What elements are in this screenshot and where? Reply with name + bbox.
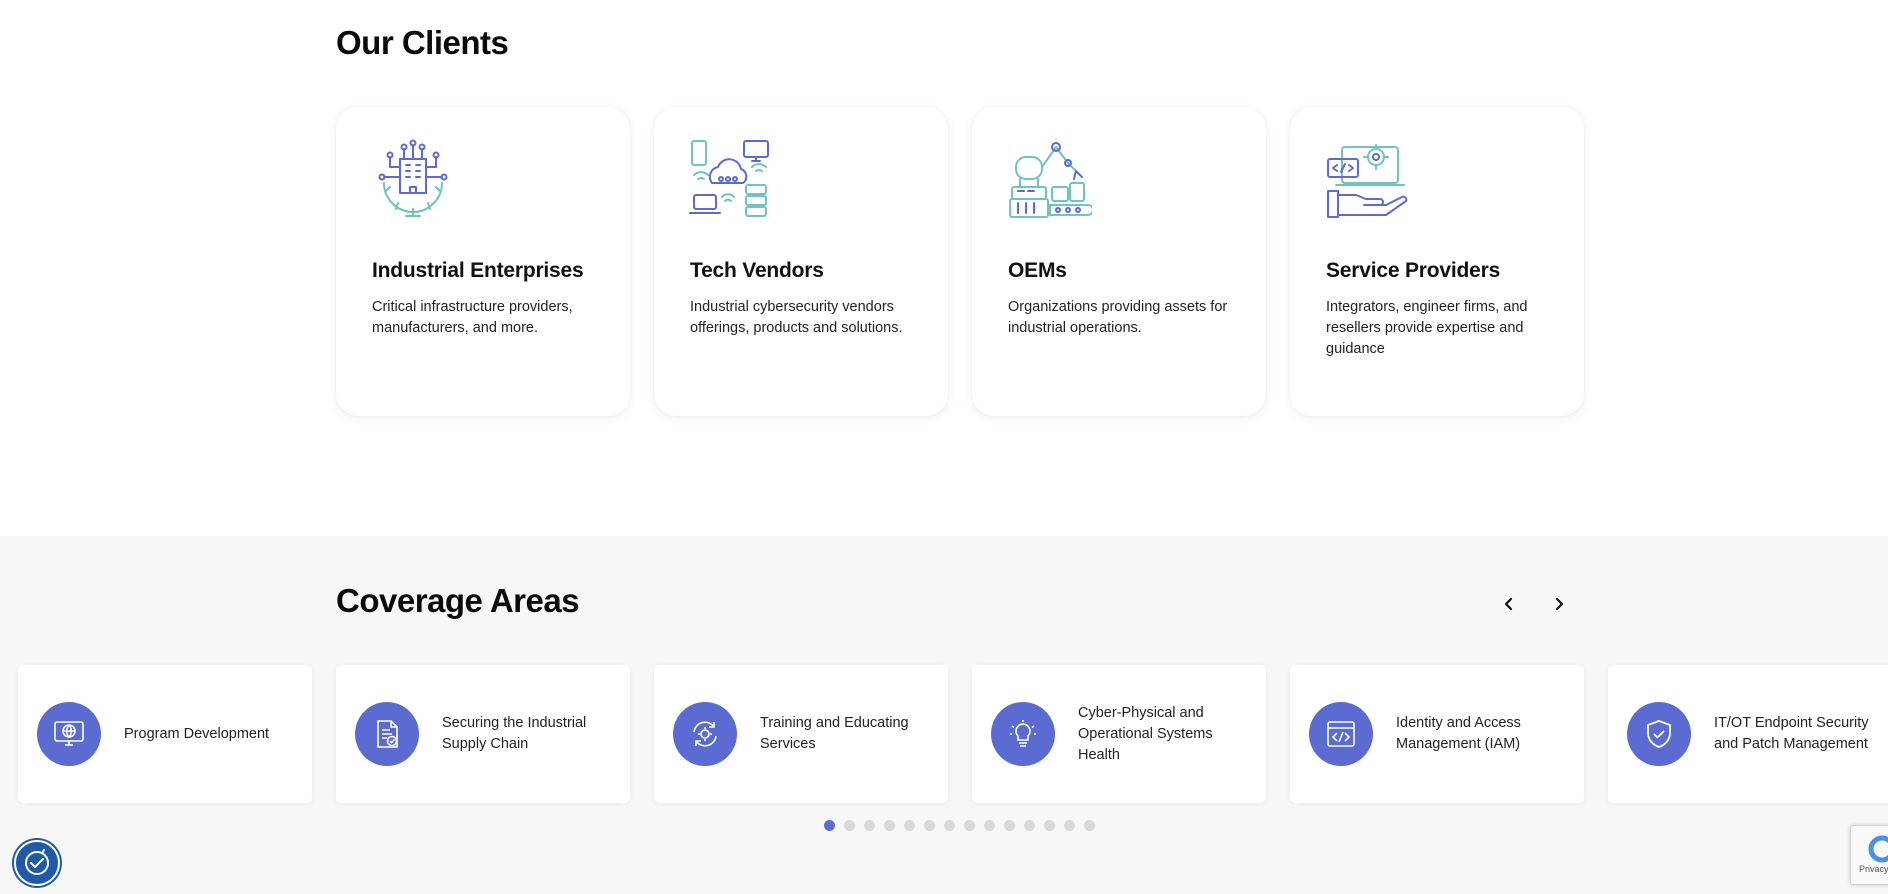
coverage-card[interactable]: Program Development	[18, 665, 312, 803]
industrial-gear-building-icon	[378, 139, 448, 217]
coverage-label: Program Development	[124, 725, 270, 742]
coverage-icon-circle	[991, 702, 1055, 766]
section-title: Coverage Areas	[336, 582, 580, 619]
client-card-title: OEMs	[1008, 259, 1067, 282]
coverage-icon-circle	[1627, 702, 1691, 766]
accessibility-icon	[25, 849, 49, 875]
coverage-areas-section: Coverage Areas Program Development Secur…	[0, 536, 1888, 894]
our-clients-section: Our Clients Industrial Enterprises Criti…	[0, 0, 1888, 536]
carousel-dot[interactable]	[1064, 820, 1075, 831]
client-card-service-providers: Service Providers Integrators, engineer …	[1290, 107, 1584, 416]
client-card-oems: OEMs Organizations providing assets for …	[972, 107, 1266, 416]
client-card-text: Critical infrastructure providers, manuf…	[372, 299, 573, 336]
coverage-label: Cyber-Physical and Operational Systems H…	[1078, 704, 1213, 763]
globe-monitor-icon	[54, 721, 84, 746]
accessibility-button[interactable]	[14, 840, 60, 886]
client-card-title: Tech Vendors	[690, 259, 824, 282]
carousel-dot[interactable]	[1004, 820, 1015, 831]
hand-laptop-code-icon	[1327, 144, 1408, 218]
carousel-dot[interactable]	[864, 820, 875, 831]
coverage-card[interactable]: Securing the Industrial Supply Chain	[336, 665, 630, 803]
coverage-icon-circle	[37, 702, 101, 766]
carousel-dot[interactable]	[824, 820, 835, 831]
carousel-dot[interactable]	[844, 820, 855, 831]
carousel-dot[interactable]	[1084, 820, 1095, 831]
carousel-dot[interactable]	[904, 820, 915, 831]
shield-check-icon	[1647, 720, 1671, 748]
carousel-next-button[interactable]	[1545, 590, 1573, 618]
recaptcha-text: Privacy -	[1859, 864, 1888, 874]
lightbulb-icon	[1010, 720, 1036, 747]
carousel-dot[interactable]	[924, 820, 935, 831]
coverage-icon-circle	[1309, 702, 1373, 766]
coverage-label: Training and Educating Services	[760, 715, 909, 752]
coverage-icon-circle	[673, 702, 737, 766]
recaptcha-icon	[1868, 835, 1888, 863]
document-check-icon	[377, 720, 398, 748]
client-card-industrial-enterprises: Industrial Enterprises Critical infrastr…	[336, 107, 630, 416]
carousel-dot[interactable]	[944, 820, 955, 831]
carousel-dot[interactable]	[964, 820, 975, 831]
client-card-title: Service Providers	[1326, 259, 1501, 282]
carousel-pagination	[824, 820, 1095, 831]
section-title: Our Clients	[336, 24, 509, 61]
network-devices-cloud-icon	[689, 140, 769, 217]
coverage-card[interactable]: Training and Educating Services	[654, 665, 948, 803]
coverage-icon-circle	[355, 702, 419, 766]
carousel-dot[interactable]	[884, 820, 895, 831]
client-card-tech-vendors: Tech Vendors Industrial cybersecurity ve…	[654, 107, 948, 416]
client-card-text: Integrators, engineer firms, and reselle…	[1326, 299, 1528, 357]
carousel-dot[interactable]	[1044, 820, 1055, 831]
robotic-arm-icon	[1009, 142, 1092, 218]
recaptcha-badge[interactable]: Privacy -	[1850, 825, 1888, 885]
carousel-dot[interactable]	[1024, 820, 1035, 831]
chevron-left-icon	[1504, 597, 1513, 611]
code-window-icon	[1327, 721, 1355, 747]
coverage-card[interactable]: Identity and Access Management (IAM)	[1290, 665, 1584, 803]
client-card-title: Industrial Enterprises	[372, 259, 584, 282]
carousel-dot[interactable]	[984, 820, 995, 831]
gear-refresh-icon	[693, 721, 717, 747]
coverage-card[interactable]: Cyber-Physical and Operational Systems H…	[972, 665, 1266, 803]
client-card-text: Organizations providing assets for indus…	[1008, 299, 1228, 336]
coverage-label: Securing the Industrial Supply Chain	[442, 715, 587, 752]
coverage-label: IT/OT Endpoint Security and Patch Manage…	[1714, 715, 1869, 752]
coverage-label: Identity and Access Management (IAM)	[1396, 715, 1521, 752]
coverage-card[interactable]: IT/OT Endpoint Security and Patch Manage…	[1608, 665, 1888, 803]
carousel-prev-button[interactable]	[1495, 590, 1523, 618]
chevron-right-icon	[1555, 597, 1564, 611]
client-card-text: Industrial cybersecurity vendors offerin…	[690, 299, 903, 336]
